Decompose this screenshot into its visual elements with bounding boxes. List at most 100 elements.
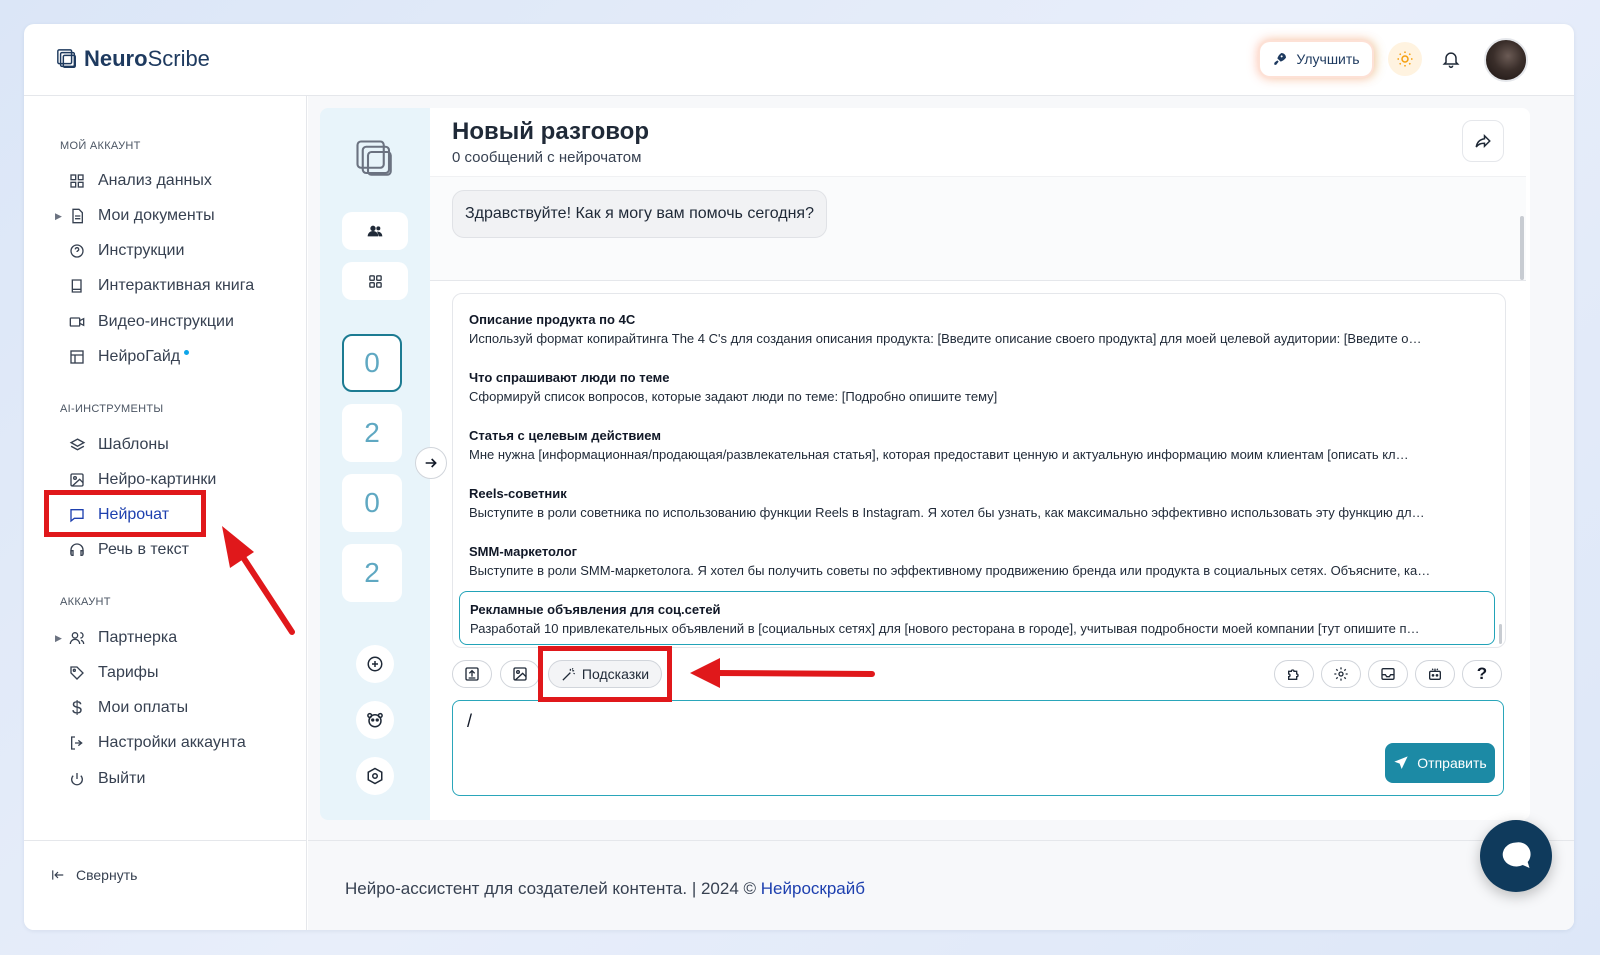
sidebar-item-account-settings[interactable]: Настройки аккаунта: [68, 730, 246, 756]
sidebar-item-label: Инструкции: [98, 242, 185, 259]
chat-settings-button[interactable]: [1321, 660, 1361, 688]
sidebar-item-label: Выйти: [98, 770, 146, 787]
prompt-item[interactable]: Описание продукта по 4С Используй формат…: [459, 302, 1495, 356]
counter-box[interactable]: 0: [342, 334, 402, 392]
sidebar-item-partner[interactable]: ▶ Партнерка: [55, 625, 178, 651]
chat-support-button[interactable]: [1480, 820, 1552, 892]
dashboard-button[interactable]: [342, 262, 408, 300]
expand-rail-button[interactable]: [415, 447, 447, 479]
bell-icon: [1442, 52, 1460, 69]
prompt-item[interactable]: SMM-маркетолог Выступите в роли SMM-марк…: [459, 534, 1495, 588]
chat-panel: 0 2 0 2 Новый разговор 0 сообщений с ней…: [320, 108, 1530, 820]
help-button[interactable]: ?: [1462, 660, 1502, 688]
counter-box[interactable]: 0: [342, 474, 402, 532]
sidebar-item-neurochat[interactable]: Нейрочат: [68, 502, 169, 528]
prompt-title: Рекламные объявления для соц.сетей: [470, 602, 721, 617]
share-button[interactable]: [1462, 120, 1504, 162]
sidebar-item-label: Шаблоны: [98, 436, 169, 453]
expand-caret-icon[interactable]: ▶: [55, 633, 62, 644]
sidebar-item-payments[interactable]: $ Мои оплаты: [68, 695, 188, 721]
expand-caret-icon[interactable]: ▶: [55, 211, 62, 222]
prompt-item[interactable]: Что спрашивают люди по теме Сформируй сп…: [459, 360, 1495, 414]
robot-icon: [1429, 668, 1441, 680]
prompt-suggestions[interactable]: Описание продукта по 4С Используй формат…: [452, 293, 1506, 648]
hexagon-settings-icon: [367, 767, 383, 785]
page-footer: Нейро-ассистент для создателей контента.…: [308, 840, 1574, 930]
chat-title: Новый разговор: [452, 118, 649, 145]
sidebar-item-my-documents[interactable]: ▶ Мои документы: [55, 203, 215, 229]
sidebar-item-label: Настройки аккаунта: [98, 734, 246, 751]
sidebar-item-label: Анализ данных: [98, 172, 212, 189]
counter-box[interactable]: 2: [342, 404, 402, 462]
chat-rail: 0 2 0 2: [320, 108, 430, 820]
users-icon: [68, 629, 86, 647]
collapse-icon: [52, 870, 64, 880]
contacts-button[interactable]: [342, 212, 408, 250]
upgrade-button[interactable]: Улучшить: [1260, 42, 1372, 76]
footer-link[interactable]: Нейроскрайб: [761, 879, 865, 898]
section-title-tools: AI-ИНСТРУМЕНТЫ: [60, 403, 164, 415]
bot-avatar-button[interactable]: [356, 701, 394, 739]
hints-label: Подсказки: [581, 666, 650, 682]
panda-icon: [367, 712, 383, 728]
sidebar-item-data-analysis[interactable]: Анализ данных: [68, 168, 212, 194]
sidebar-item-label: Мои оплаты: [98, 699, 189, 716]
theme-toggle[interactable]: [1388, 42, 1422, 76]
brand-logo[interactable]: NeuroScribe: [56, 46, 210, 72]
chat-content: Новый разговор 0 сообщений с нейрочатом …: [430, 108, 1530, 820]
sidebar-footer: Свернуть: [24, 840, 307, 930]
send-button[interactable]: Отправить: [1385, 743, 1495, 783]
dollar-icon: $: [71, 697, 82, 718]
scrollbar[interactable]: [1499, 624, 1502, 644]
grid-icon: [68, 172, 86, 190]
message-input-box[interactable]: / Отправить: [452, 700, 1504, 796]
headphones-icon: [68, 541, 86, 559]
upload-icon: [465, 667, 479, 681]
message-list[interactable]: Здравствуйте! Как я могу вам помочь сего…: [430, 176, 1526, 281]
prompt-item-selected[interactable]: Рекламные объявления для соц.сетей Разра…: [459, 591, 1495, 645]
prompt-title: Статья с целевым действием: [469, 428, 661, 443]
sidebar-item-templates[interactable]: Шаблоны: [68, 432, 169, 458]
sidebar-item-neuro-images[interactable]: Нейро-картинки: [68, 467, 216, 493]
message-input[interactable]: /: [467, 711, 1367, 781]
prompt-title: Что спрашивают люди по теме: [469, 370, 670, 385]
plugins-button[interactable]: [1274, 660, 1314, 688]
sidebar-item-tariffs[interactable]: Тарифы: [68, 660, 158, 686]
app-window: NeuroScribe Улучшить МОЙ АККАУНТ Анализ …: [24, 24, 1574, 930]
sidebar-item-logout[interactable]: Выйти: [68, 766, 145, 792]
sidebar-item-video-instructions[interactable]: Видео-инструкции: [68, 309, 234, 335]
sidebar-item-interactive-book[interactable]: Интерактивная книга: [68, 273, 254, 299]
sun-icon: [1397, 51, 1413, 67]
layers-icon: [68, 436, 86, 454]
image-icon: [68, 471, 86, 489]
table-icon: [68, 348, 86, 366]
new-dot-indicator: [184, 349, 190, 355]
new-chat-button[interactable]: [356, 645, 394, 683]
avatar[interactable]: [1484, 38, 1528, 82]
upload-button[interactable]: [452, 660, 492, 688]
settings-button[interactable]: [356, 757, 394, 795]
sidebar-item-instructions[interactable]: Инструкции: [68, 238, 184, 264]
hints-button[interactable]: Подсказки: [548, 660, 662, 688]
prompt-item[interactable]: Статья с целевым действием Мне нужна [ин…: [459, 418, 1495, 472]
scrollbar[interactable]: [1520, 216, 1524, 280]
video-icon: [68, 313, 86, 331]
counter-box[interactable]: 2: [342, 544, 402, 602]
send-icon: [1394, 756, 1408, 769]
sidebar-item-label: Партнерка: [98, 629, 178, 646]
prompt-title: SMM-маркетолог: [469, 544, 578, 559]
help-circle-icon: [68, 242, 86, 260]
sidebar-item-speech-to-text[interactable]: Речь в текст: [68, 537, 189, 563]
grid-icon: [368, 274, 382, 288]
chat-subtitle: 0 сообщений с нейрочатом: [452, 149, 642, 166]
sidebar-item-neuroguide[interactable]: НейроГайд: [68, 344, 190, 370]
notifications-button[interactable]: [1438, 46, 1464, 72]
attach-image-button[interactable]: [500, 660, 540, 688]
image-icon: [513, 667, 527, 681]
bot-button[interactable]: [1415, 660, 1455, 688]
collapse-sidebar-button[interactable]: Свернуть: [50, 867, 137, 883]
inbox-button[interactable]: [1368, 660, 1408, 688]
tag-icon: [68, 664, 86, 682]
prompt-item[interactable]: Reels-советник Выступите в роли советник…: [459, 476, 1495, 530]
send-label: Отправить: [1417, 755, 1487, 771]
